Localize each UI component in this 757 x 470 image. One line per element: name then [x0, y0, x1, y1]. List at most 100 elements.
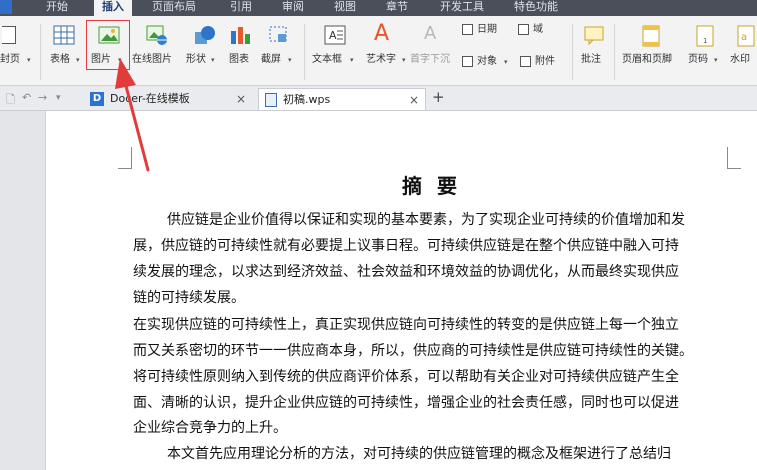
shape-label: 形状	[186, 54, 206, 65]
paragraph-line: 企业综合竞争力的上升。	[133, 420, 287, 436]
close-icon[interactable]: ×	[409, 89, 419, 111]
margin-mark-left	[118, 147, 132, 169]
date-button[interactable]: 日期	[462, 22, 510, 38]
menu-tab-section[interactable]: 章节	[386, 0, 408, 16]
wordart-icon: A	[374, 21, 390, 46]
textbox-icon: A	[324, 25, 346, 45]
chevron-down-icon: ▾	[76, 56, 80, 64]
attachment-label: 附件	[535, 56, 555, 67]
menu-tab-home[interactable]: 开始	[46, 0, 68, 16]
new-doc-icon[interactable]: 🗋	[6, 91, 15, 110]
ribbon-divider	[572, 24, 573, 80]
page-number-label: 页码	[688, 54, 708, 65]
object-button[interactable]: 对象 ▾	[462, 54, 518, 70]
tab-label: 初稿.wps	[283, 93, 331, 106]
screenshot-icon	[268, 25, 290, 45]
document-area: 摘 要 供应链是企业价值得以保证和实现的基本要素，为了实现企业可持续的价值增加和…	[0, 111, 757, 470]
chevron-down-icon: ▾	[211, 56, 215, 64]
wordart-label: 艺术字	[366, 54, 396, 65]
tab-draft-document[interactable]: 初稿.wps ×	[258, 88, 426, 110]
chart-icon	[230, 25, 252, 45]
cover-page-button[interactable]: 封页 ▾	[0, 16, 38, 76]
comment-icon	[584, 26, 606, 46]
field-icon	[518, 24, 529, 35]
online-picture-button[interactable]: 在线图片	[132, 16, 178, 76]
tab-list-chevron-icon[interactable]: ▾	[56, 93, 61, 103]
wordart-button[interactable]: A 艺术字 ▾	[364, 16, 408, 76]
comment-button[interactable]: 批注	[576, 16, 612, 76]
dropcap-icon: A	[424, 23, 437, 44]
paragraph-line: 将可持续性原则纳入到传统的供应商评价体系，可以帮助有关企业对可持续供应链产生全	[133, 369, 679, 385]
textbox-label: 文本框	[312, 54, 342, 65]
online-picture-icon	[146, 25, 168, 45]
watermark-button[interactable]: a 水印	[728, 16, 757, 76]
menu-tab-features[interactable]: 特色功能	[514, 0, 558, 16]
tab-docer-templates[interactable]: D Docer-在线模板 ×	[84, 88, 256, 110]
comment-label: 批注	[581, 54, 601, 65]
menu-tab-insert[interactable]: 插入	[94, 0, 132, 17]
paragraph-line: 而又关系密切的环节一一供应商本身，所以，供应商的可持续性是供应链可持续性的关键。	[133, 343, 693, 359]
header-footer-button[interactable]: 页眉和页脚	[620, 16, 682, 76]
ribbon-divider	[40, 24, 41, 80]
cover-page-icon	[2, 26, 16, 44]
screenshot-button[interactable]: 截屏 ▾	[260, 16, 300, 76]
svg-text:A: A	[329, 29, 337, 42]
paragraph-line: 展，供应链的可持续性就有必要提上议事日程。可持续供应链是在整个供应链中融入可持	[133, 238, 679, 254]
field-label: 域	[533, 24, 543, 35]
chevron-down-icon: ▾	[350, 56, 354, 64]
chevron-down-icon: ▾	[288, 56, 292, 64]
undo-icon[interactable]: ↶	[22, 91, 31, 104]
chevron-down-icon: ▾	[27, 56, 31, 64]
online-picture-label: 在线图片	[132, 54, 172, 65]
add-tab-icon[interactable]: +	[432, 88, 445, 106]
chevron-down-icon: ▾	[714, 56, 718, 64]
document-title: 摘 要	[402, 174, 461, 198]
document-page[interactable]: 摘 要 供应链是企业价值得以保证和实现的基本要素，为了实现企业可持续的价值增加和…	[45, 111, 757, 470]
chevron-down-icon: ▾	[504, 58, 508, 66]
menu-tab-layout[interactable]: 页面布局	[152, 0, 196, 16]
shape-icon	[194, 25, 216, 45]
svg-text:a: a	[741, 32, 747, 43]
page-number-icon: 1	[696, 25, 714, 47]
menu-tab-developer[interactable]: 开发工具	[440, 0, 484, 16]
date-label: 日期	[477, 24, 497, 35]
tab-label: Docer-在线模板	[110, 92, 190, 105]
calendar-icon	[462, 24, 473, 35]
paragraph-line: 续发展的理念，以求达到经济效益、社会效益和环境效益的协调优化，从而最终实现供应	[133, 264, 679, 280]
field-button[interactable]: 域	[518, 22, 554, 38]
app-menu-button[interactable]	[0, 0, 12, 14]
ribbon-divider	[614, 24, 615, 80]
header-footer-icon	[642, 25, 660, 47]
document-tab-bar: 🗋 ↶ → ▾ D Docer-在线模板 × 初稿.wps × +	[0, 86, 757, 111]
highlight-box	[86, 20, 130, 70]
paragraph-line: 在实现供应链的可持续性上，真正实现供应链向可持续性的转变的是供应链上每一个独立	[133, 317, 679, 333]
dropcap-button[interactable]: A 首字下沉	[410, 16, 458, 76]
watermark-icon: a	[737, 25, 755, 47]
paragraph-line: 链的可持续发展。	[133, 290, 245, 306]
close-icon[interactable]: ×	[236, 88, 246, 110]
paragraph-line: 供应链是企业价值得以保证和实现的基本要素，为了实现企业可持续的价值增加和发	[167, 212, 685, 228]
object-label: 对象	[477, 56, 497, 67]
attachment-icon	[520, 56, 531, 67]
attachment-button[interactable]: 附件	[520, 54, 566, 70]
cover-page-label: 封页	[0, 54, 20, 65]
table-label: 表格	[50, 54, 70, 65]
shape-button[interactable]: 形状 ▾	[184, 16, 222, 76]
object-icon	[462, 56, 473, 67]
menu-tab-view[interactable]: 视图	[334, 0, 356, 16]
table-icon	[53, 25, 75, 45]
page-number-button[interactable]: 1 页码 ▾	[686, 16, 724, 76]
table-button[interactable]: 表格 ▾	[46, 16, 82, 76]
document-icon	[265, 93, 277, 107]
chart-button[interactable]: 图表	[226, 16, 256, 76]
forward-icon[interactable]: →	[38, 91, 47, 104]
margin-mark-right	[727, 147, 741, 169]
chart-label: 图表	[229, 54, 249, 65]
dropcap-label: 首字下沉	[410, 54, 450, 65]
menu-tab-review[interactable]: 审阅	[282, 0, 304, 16]
docer-icon: D	[90, 92, 104, 106]
textbox-button[interactable]: A 文本框 ▾	[310, 16, 360, 76]
header-footer-label: 页眉和页脚	[622, 54, 672, 65]
menu-tab-references[interactable]: 引用	[230, 0, 252, 16]
ribbon-divider	[304, 24, 305, 80]
